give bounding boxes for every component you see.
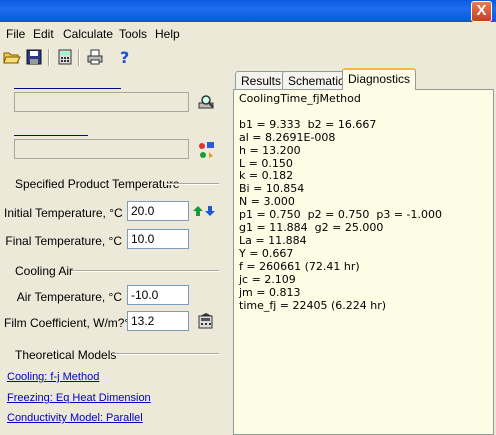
close-button[interactable]: X <box>471 1 492 22</box>
toolbar-separator <box>78 49 80 66</box>
initial-temp-input[interactable]: 20.0 <box>127 201 189 221</box>
shapes-icon[interactable] <box>197 140 217 163</box>
product-link[interactable] <box>14 88 121 89</box>
conductivity-model-link[interactable]: Conductivity Model: Parallel <box>7 412 143 424</box>
diagnostics-line: Y = 0.667 <box>239 246 294 260</box>
calculator-icon[interactable] <box>56 48 74 66</box>
toolbar: ? <box>0 46 496 70</box>
product-temp-heading: Specified Product Temperature <box>15 177 180 191</box>
film-coefficient-input[interactable]: 13.2 <box>127 311 189 331</box>
product-field <box>14 92 189 112</box>
freezing-model-link[interactable]: Freezing: Eq Heat Dimension <box>7 392 151 404</box>
final-temp-label: Final Temperature, °C <box>5 234 122 248</box>
diagnostics-line: b1 = 9.333 b2 = 16.667 <box>239 117 377 131</box>
section-divider <box>112 353 219 355</box>
section-divider <box>167 183 219 185</box>
diagnostics-line: La = 11.884 <box>239 233 307 247</box>
diagnostics-line: Bi = 10.854 <box>239 182 305 196</box>
diagnostics-line: g1 = 11.884 g2 = 25.000 <box>239 221 384 235</box>
menu-file[interactable]: File <box>6 27 25 41</box>
air-temp-label: Air Temperature, °C <box>16 290 122 304</box>
section-divider <box>71 270 219 272</box>
toolbar-separator <box>48 49 50 66</box>
film-coefficient-label: Film Coefficient, W/m?°C <box>4 316 138 330</box>
diagnostics-line: N = 3.000 <box>239 195 295 209</box>
svg-text:?: ? <box>120 48 129 66</box>
diagnostics-line: al = 8.2691E-008 <box>239 130 336 144</box>
models-heading: Theoretical Models <box>15 348 117 362</box>
diagnostics-line: time_fj = 22405 (6.224 hr) <box>239 298 387 312</box>
diagnostics-line: CoolingTime_fjMethod <box>239 92 361 105</box>
title-bar: X <box>0 0 496 22</box>
final-temp-input[interactable]: 10.0 <box>127 229 189 249</box>
diagnostics-line: h = 13.200 <box>239 143 301 157</box>
film-calculator-icon[interactable] <box>197 313 215 332</box>
diagnostics-line: L = 0.150 <box>239 156 293 170</box>
initial-temp-label: Initial Temperature, °C <box>4 206 123 220</box>
diagnostics-line: jc = 2.109 <box>239 272 296 286</box>
menu-tools[interactable]: Tools <box>119 27 147 41</box>
menu-help[interactable]: Help <box>155 27 180 41</box>
diagnostics-panel[interactable]: CoolingTime_fjMethod b1 = 9.333 b2 = 16.… <box>233 89 494 435</box>
cooling-air-heading: Cooling Air <box>15 264 74 278</box>
package-field <box>14 139 189 159</box>
menu-calculate[interactable]: Calculate <box>63 27 113 41</box>
save-icon[interactable] <box>25 48 43 66</box>
magnifier-icon[interactable] <box>198 94 216 113</box>
cooling-model-link[interactable]: Cooling: f-j Method <box>7 371 99 383</box>
print-icon[interactable] <box>86 48 104 66</box>
open-folder-icon[interactable] <box>3 48 21 66</box>
diagnostics-line: f = 260661 (72.41 hr) <box>239 259 360 273</box>
menu-bar: File Edit Calculate Tools Help <box>0 24 496 43</box>
package-link[interactable] <box>14 135 88 136</box>
diagnostics-line: k = 0.182 <box>239 169 294 183</box>
tab-schematic[interactable]: Schematic <box>282 71 351 89</box>
help-icon[interactable]: ? <box>116 48 134 67</box>
swap-arrows-icon[interactable] <box>193 205 217 220</box>
diagnostics-output: CoolingTime_fjMethod b1 = 9.333 b2 = 16.… <box>234 90 493 315</box>
diagnostics-line: jm = 0.813 <box>239 285 301 299</box>
tab-results[interactable]: Results <box>235 71 288 89</box>
air-temp-input[interactable]: -10.0 <box>127 285 189 305</box>
menu-edit[interactable]: Edit <box>33 27 54 41</box>
diagnostics-line: p1 = 0.750 p2 = 0.750 p3 = -1.000 <box>239 208 443 222</box>
tab-diagnostics[interactable]: Diagnostics <box>342 68 417 90</box>
